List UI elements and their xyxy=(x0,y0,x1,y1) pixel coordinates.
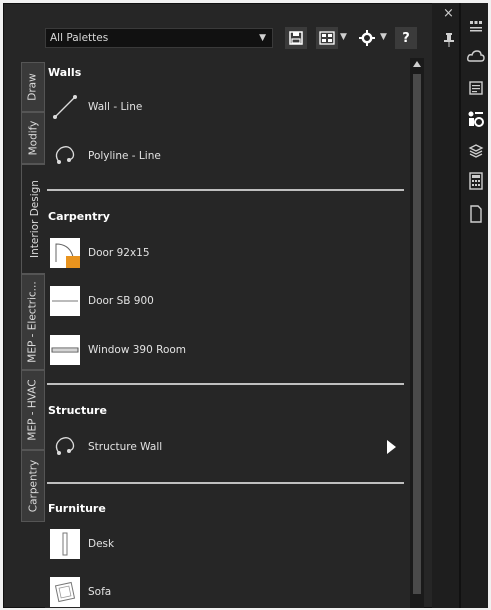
scrollbar[interactable] xyxy=(410,58,424,608)
polyline-icon xyxy=(50,141,80,171)
pin-icon[interactable] xyxy=(443,32,455,48)
dock-separator xyxy=(459,3,461,608)
tab-label: Interior Design xyxy=(28,180,41,258)
tab-mep-hvac[interactable]: MEP - HVAC xyxy=(21,370,45,450)
door-sb-thumbnail xyxy=(50,286,80,316)
group-title-structure: Structure xyxy=(48,404,107,417)
close-icon[interactable]: × xyxy=(443,7,454,20)
chevron-down-icon: ▼ xyxy=(259,33,266,43)
save-icon xyxy=(289,31,303,45)
tool-sofa[interactable]: Sofa xyxy=(50,575,400,608)
tool-door-sb-900[interactable]: Door SB 900 xyxy=(50,284,400,318)
sofa-thumbnail xyxy=(50,577,80,607)
group-title-walls: Walls xyxy=(48,66,82,79)
tab-label: Carpentry xyxy=(27,459,40,513)
palette-select[interactable]: All Palettes ▼ xyxy=(45,28,273,48)
scrollbar-thumb[interactable] xyxy=(413,74,421,594)
group-title-carpentry: Carpentry xyxy=(48,210,110,223)
tab-label: MEP - HVAC xyxy=(27,379,40,441)
settings-dropdown-icon[interactable]: ▼ xyxy=(380,32,387,42)
palette-content: Walls Wall - Line Polyline - Line Carpen… xyxy=(45,58,410,608)
tool-label: Window 390 Room xyxy=(88,344,187,356)
tool-label: Polyline - Line xyxy=(88,150,161,162)
tool-desk[interactable]: Desk xyxy=(50,527,400,561)
save-button[interactable] xyxy=(285,27,307,49)
cloud-icon[interactable] xyxy=(465,45,487,67)
tab-label: MEP - Electric... xyxy=(27,281,40,363)
calculator-icon[interactable] xyxy=(465,170,487,192)
tab-modify[interactable]: Modify xyxy=(21,112,45,164)
settings-button[interactable] xyxy=(356,27,378,49)
gear-icon xyxy=(359,30,375,46)
tool-door-92x15[interactable]: Door 92x15 xyxy=(50,236,400,270)
tab-carpentry[interactable]: Carpentry xyxy=(21,450,45,522)
tool-palettes-icon[interactable] xyxy=(465,108,487,130)
flyout-arrow-icon[interactable] xyxy=(387,440,396,454)
view-options-dropdown-icon[interactable]: ▼ xyxy=(340,32,347,42)
properties-icon[interactable] xyxy=(465,16,487,38)
door-thumbnail xyxy=(50,238,80,268)
tab-mep-electric[interactable]: MEP - Electric... xyxy=(21,274,45,370)
layers-icon[interactable] xyxy=(465,140,487,162)
palette-toolbar: All Palettes ▼ ▼ ▼ ? xyxy=(40,20,432,58)
structure-wall-icon xyxy=(50,432,80,462)
tool-polyline-line[interactable]: Polyline - Line xyxy=(50,139,400,173)
view-options-button[interactable] xyxy=(316,27,338,49)
group-divider xyxy=(47,482,404,484)
tool-label: Structure Wall xyxy=(88,441,163,453)
tool-label: Wall - Line xyxy=(88,101,143,113)
tool-structure-wall[interactable]: Structure Wall xyxy=(50,430,400,464)
tool-label: Door 92x15 xyxy=(88,247,150,259)
tab-interior-design[interactable]: Interior Design xyxy=(21,164,47,274)
tool-label: Door SB 900 xyxy=(88,295,154,307)
desk-thumbnail xyxy=(50,529,80,559)
tool-window-390-room[interactable]: Window 390 Room xyxy=(50,333,400,367)
tab-draw[interactable]: Draw xyxy=(21,62,45,112)
tab-label: Draw xyxy=(27,73,39,101)
wall-line-icon xyxy=(50,92,80,122)
tool-label: Desk xyxy=(88,538,115,550)
tab-label: Modify xyxy=(27,120,40,156)
tool-wall-line[interactable]: Wall - Line xyxy=(50,90,400,124)
tool-label: Sofa xyxy=(88,586,112,598)
scroll-up-icon[interactable] xyxy=(413,61,421,67)
group-divider xyxy=(47,383,404,385)
palette-select-value: All Palettes xyxy=(50,32,109,44)
window-thumbnail xyxy=(50,335,80,365)
grid-view-icon xyxy=(319,31,335,45)
help-button[interactable]: ? xyxy=(395,27,417,49)
group-title-furniture: Furniture xyxy=(48,502,106,515)
sheet-set-icon[interactable] xyxy=(465,77,487,99)
group-divider xyxy=(47,189,404,191)
document-icon[interactable] xyxy=(465,203,487,225)
